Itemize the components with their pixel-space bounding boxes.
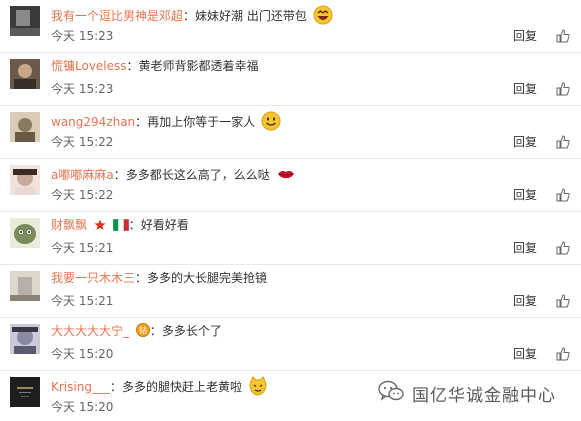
thumbs-up-icon[interactable]	[556, 187, 570, 202]
avatar[interactable]	[10, 59, 40, 89]
star-badge-icon	[94, 219, 106, 235]
username-link[interactable]: a嘟嘟麻麻a	[51, 168, 114, 182]
avatar[interactable]	[10, 6, 40, 36]
thumbs-up-icon[interactable]	[556, 28, 570, 43]
comment-time: 今天 15:21	[51, 294, 114, 308]
reply-button[interactable]: 回复	[513, 82, 537, 96]
comment-text: 黄老师背影都透着幸福	[138, 59, 259, 73]
avatar[interactable]	[10, 218, 40, 248]
comment-line: 我要一只木木三：多多的大长腿完美抢镜	[51, 271, 268, 285]
comment-text: 多多长个了	[161, 324, 222, 338]
reply-button[interactable]: 回复	[513, 347, 537, 361]
username-link[interactable]: Krising___	[51, 380, 110, 394]
comment-time: 今天 15:20	[51, 347, 114, 361]
italy-flag-icon	[112, 218, 129, 235]
reply-button[interactable]: 回复	[513, 188, 537, 202]
comment-line: 财飘飘 ：好看好看	[51, 217, 189, 235]
comment-time: 今天 15:22	[51, 135, 114, 149]
comment-line: Krising___：多多的腿快赶上老黄啦	[51, 376, 268, 400]
comment-list: 我有一个逗比男神是邓超：妹妹好潮 出门还带包 今天 15:23 回复 慌镛Lov…	[0, 0, 581, 421]
comment-text: 多多都长这么高了，么么哒	[125, 168, 270, 182]
comment-row: wang294zhan：再加上你等于一家人 今天 15:22 回复	[0, 106, 581, 159]
comment-line: 慌镛Loveless：黄老师背影都透着幸福	[51, 59, 259, 73]
thumbs-up-icon[interactable]	[556, 81, 570, 96]
comment-text: 妹妹好潮 出门还带包	[195, 9, 307, 23]
watermark-text: 国亿华诚金融中心	[412, 385, 556, 406]
wechat-icon	[378, 380, 404, 406]
laughing-face-icon	[313, 5, 333, 29]
thumbs-up-icon[interactable]	[556, 346, 570, 361]
comment-row: 慌镛Loveless：黄老师背影都透着幸福 今天 15:23 回复	[0, 53, 581, 106]
member-badge-icon: 钻	[135, 323, 150, 341]
watermark: 国亿华诚金融中心	[378, 379, 556, 407]
comment-text: 再加上你等于一家人	[147, 115, 256, 129]
comment-time: 今天 15:23	[51, 29, 114, 43]
username-link[interactable]: 财飘飘	[51, 218, 87, 232]
comment-time: 今天 15:22	[51, 188, 114, 202]
avatar[interactable]	[10, 165, 40, 195]
username-link[interactable]: 我有一个逗比男神是邓超	[51, 9, 183, 23]
thumbs-up-icon[interactable]	[556, 240, 570, 255]
username-link[interactable]: wang294zhan	[51, 115, 135, 129]
thumbs-up-icon[interactable]	[556, 293, 570, 308]
comment-time: 今天 15:21	[51, 241, 114, 255]
reply-button[interactable]: 回复	[513, 135, 537, 149]
reply-button[interactable]: 回复	[513, 241, 537, 255]
comment-text: 多多的大长腿完美抢镜	[147, 271, 268, 285]
lips-icon	[276, 164, 296, 188]
reply-button[interactable]: 回复	[513, 29, 537, 43]
comment-text: 多多的腿快赶上老黄啦	[121, 380, 242, 394]
reply-button[interactable]: 回复	[513, 294, 537, 308]
comment-line: wang294zhan：再加上你等于一家人	[51, 111, 281, 135]
comment-row: 财飘飘 ：好看好看 今天 15:21 回复	[0, 212, 581, 265]
avatar[interactable]	[10, 112, 40, 142]
comment-line: 我有一个逗比男神是邓超：妹妹好潮 出门还带包	[51, 5, 333, 29]
avatar[interactable]	[10, 271, 40, 301]
svg-text:钻: 钻	[139, 325, 147, 335]
cat-face-icon	[248, 376, 268, 400]
avatar[interactable]	[10, 377, 40, 407]
comment-time: 今天 15:23	[51, 82, 114, 96]
avatar[interactable]	[10, 324, 40, 354]
comment-row: 大大大大大宁_ 钻 ：多多长个了 今天 15:20 回复	[0, 318, 581, 371]
comment-row: 我有一个逗比男神是邓超：妹妹好潮 出门还带包 今天 15:23 回复	[0, 0, 581, 53]
comment-line: 大大大大大宁_ 钻 ：多多长个了	[51, 323, 222, 341]
username-link[interactable]: 我要一只木木三	[51, 271, 135, 285]
thumbs-up-icon[interactable]	[556, 134, 570, 149]
comment-line: a嘟嘟麻麻a：多多都长这么高了，么么哒	[51, 164, 296, 188]
comment-time: 今天 15:20	[51, 400, 114, 414]
username-link[interactable]: 慌镛Loveless	[51, 59, 127, 73]
comment-row: a嘟嘟麻麻a：多多都长这么高了，么么哒 今天 15:22 回复	[0, 159, 581, 212]
comment-text: 好看好看	[140, 218, 189, 232]
comment-row: 我要一只木木三：多多的大长腿完美抢镜 今天 15:21 回复	[0, 265, 581, 318]
smile-face-icon	[261, 111, 281, 135]
username-link[interactable]: 大大大大大宁_	[51, 324, 129, 338]
